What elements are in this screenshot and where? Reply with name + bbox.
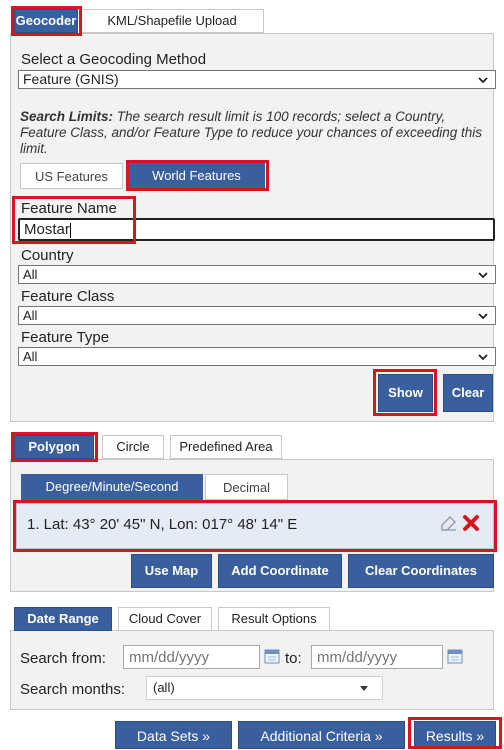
results-button[interactable]: Results » [414,721,496,749]
geocoding-method-label: Select a Geocoding Method [21,51,207,68]
search-limits-note: Search Limits: The search result limit i… [20,109,486,157]
search-to-label: to: [285,650,302,667]
data-sets-button[interactable]: Data Sets » [115,721,232,749]
tab-world-features[interactable]: World Features [128,163,265,189]
country-value: All [23,267,38,282]
tab-result-options[interactable]: Result Options [218,607,330,631]
feature-name-value: Mostar [24,221,70,238]
tab-predefined-area[interactable]: Predefined Area [170,435,282,459]
additional-criteria-button[interactable]: Additional Criteria » [238,721,405,749]
feature-class-label: Feature Class [21,288,115,305]
coordinate-item: 1. Lat: 43° 20' 45" N, Lon: 017° 48' 14"… [27,516,298,533]
geocoding-method-select[interactable]: Feature (GNIS) [18,70,496,89]
calendar-icon[interactable] [447,648,463,664]
show-button[interactable]: Show [378,374,433,412]
caret-down-icon [360,686,368,691]
chevron-down-icon [478,313,488,320]
country-select[interactable]: All [18,265,496,284]
search-months-value: (all) [153,680,175,695]
tab-degree-minute-second[interactable]: Degree/Minute/Second [21,474,203,500]
tab-kml-shapefile-upload[interactable]: KML/Shapefile Upload [80,9,264,33]
search-limits-title: Search Limits: [20,109,114,124]
feature-class-select[interactable]: All [18,306,496,325]
search-from-input[interactable] [123,645,260,669]
geocoding-method-value: Feature (GNIS) [23,71,119,87]
search-months-select[interactable]: (all) [146,676,383,700]
calendar-icon[interactable] [264,648,280,664]
delete-icon[interactable] [461,513,481,533]
edit-eraser-icon[interactable] [439,513,459,533]
tab-us-features[interactable]: US Features [20,163,123,189]
feature-type-select[interactable]: All [18,347,496,366]
text-cursor [69,222,71,238]
add-coordinate-button[interactable]: Add Coordinate [218,554,342,588]
feature-name-label: Feature Name [21,200,117,217]
use-map-button[interactable]: Use Map [131,554,212,588]
feature-name-input[interactable]: Mostar [18,218,495,241]
search-to-input[interactable] [311,645,443,669]
feature-type-label: Feature Type [21,329,110,346]
chevron-down-icon [478,77,488,84]
tab-circle[interactable]: Circle [102,435,164,459]
clear-button[interactable]: Clear [443,374,493,412]
tab-decimal[interactable]: Decimal [205,474,288,500]
search-months-label: Search months: [20,681,126,698]
search-from-label: Search from: [20,650,106,667]
clear-coordinates-button[interactable]: Clear Coordinates [348,554,494,588]
tab-date-range[interactable]: Date Range [14,607,112,631]
feature-type-value: All [23,349,38,364]
chevron-down-icon [478,354,488,361]
tab-geocoder[interactable]: Geocoder [14,9,78,33]
chevron-down-icon [478,272,488,279]
feature-class-value: All [23,308,38,323]
country-label: Country [21,247,74,264]
tab-polygon[interactable]: Polygon [14,435,94,459]
tab-cloud-cover[interactable]: Cloud Cover [118,607,212,631]
